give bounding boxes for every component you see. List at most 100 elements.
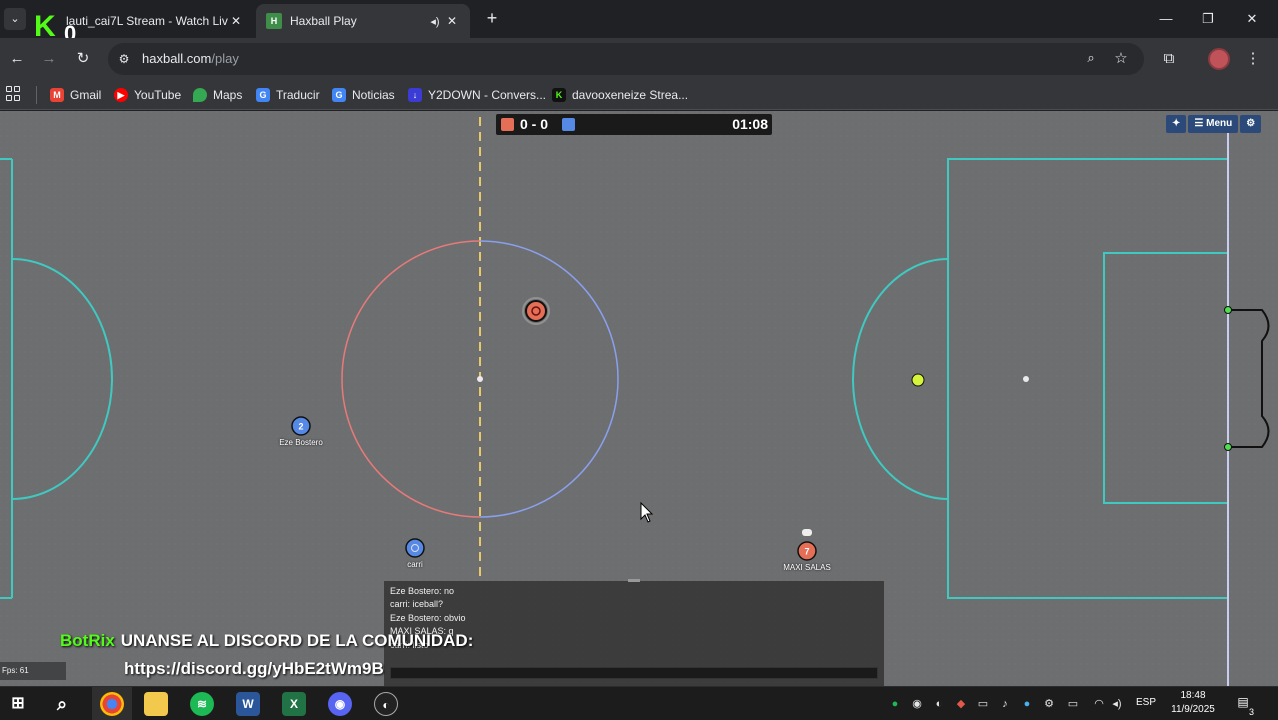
chat-bubble-icon (802, 529, 812, 536)
tab-search-icon[interactable]: ⌄ (4, 8, 26, 30)
bookmarks-divider (36, 86, 37, 104)
bookmark-youtube[interactable]: ▶ YouTube (114, 86, 181, 104)
microphone-tray-icon[interactable]: ♪ (998, 697, 1012, 711)
windows-taskbar: ⊞ ⌕ ≋ W X ◉ ◐ ● ◉ ◐ ◆ ▭ ♪ ● ⚙ ▭ ◠ ◂) ESP… (0, 686, 1278, 720)
discord-icon[interactable]: ◉ (328, 692, 352, 716)
back-icon[interactable]: ← (6, 48, 28, 70)
battery-icon[interactable]: ▭ (1066, 697, 1080, 711)
bookmark-gmail[interactable]: M Gmail (50, 86, 101, 104)
blue-team-color (562, 118, 575, 131)
y2down-icon: ↓ (408, 88, 422, 102)
goal-post (1224, 306, 1232, 314)
word-icon[interactable]: W (236, 692, 260, 716)
excel-icon[interactable]: X (282, 692, 306, 716)
reload-icon[interactable]: ↻ (72, 48, 94, 70)
chrome-icon[interactable] (100, 692, 124, 716)
system-clock[interactable]: 18:48 11/9/2025 (1164, 689, 1222, 717)
player-name-label: MAXI SALAS (783, 563, 831, 572)
spotify-icon[interactable]: ≋ (190, 692, 214, 716)
restore-icon[interactable]: ❐ (1188, 6, 1228, 32)
chat-message: Eze Bostero: obvio (390, 612, 466, 623)
center-spot (477, 376, 483, 382)
botrix-label: BotRix (60, 631, 115, 650)
more-menu-icon[interactable]: ⋮ (1242, 48, 1264, 70)
obs-tray-icon[interactable]: ◐ (932, 697, 946, 711)
close-tab-icon[interactable]: ✕ (228, 14, 244, 28)
kick-icon: K (552, 88, 566, 102)
tab-haxball[interactable]: H Haxball Play ◂) ✕ (256, 4, 470, 38)
chat-message: carri: iceball? (390, 599, 444, 610)
file-explorer-icon[interactable] (144, 692, 168, 716)
game-menu-bar: ✦ ☰ Menu ⚙ (1166, 115, 1262, 133)
translate-icon: G (256, 88, 270, 102)
stream-overlay-link: https://discord.gg/yHbE2tWm9B (124, 659, 384, 678)
bookmark-davooxeneize[interactable]: Kdavooxeneize Strea... (552, 86, 688, 104)
extensions-icon[interactable]: ⧉ (1158, 48, 1180, 70)
hp-tray-icon[interactable]: ● (1020, 697, 1034, 711)
new-tab-icon[interactable]: + (482, 8, 502, 28)
zoom-icon[interactable]: ⌕ (1082, 50, 1100, 68)
speaker-icon[interactable]: ◂) (426, 15, 444, 28)
player-number: 7 (804, 547, 809, 557)
ball (911, 373, 925, 387)
score-text: 0 - 0 (520, 116, 549, 132)
bookmark-star-icon[interactable]: ☆ (1112, 49, 1130, 67)
search-icon[interactable]: ⌕ (50, 692, 74, 716)
wifi-icon[interactable]: ◠ (1092, 697, 1106, 711)
volume-icon[interactable]: ◂) (1110, 697, 1124, 711)
fps-counter: Fps: 61 (0, 662, 66, 680)
youtube-icon: ▶ (114, 88, 128, 102)
haxball-game-canvas[interactable]: 2 7 Eze Bostero carri MAXI SALAS 0 - 0 0… (0, 111, 1278, 686)
bookmark-y2down[interactable]: ↓ Y2DOWN - Convers... (408, 86, 546, 104)
browser-tab-bar: ⌄ lauti_cai7L Stream - Watch Live ✕ H Ha… (0, 0, 1278, 46)
player-name-label: carri (407, 560, 423, 569)
screen: ⌄ lauti_cai7L Stream - Watch Live ✕ H Ha… (0, 0, 1278, 720)
gmail-icon: M (50, 88, 64, 102)
network-settings-tray-icon[interactable]: ⚙ (1042, 697, 1056, 711)
chat-message: Eze Bostero: no (390, 586, 455, 596)
fullscreen-icon[interactable]: ✦ (1166, 115, 1187, 133)
tab-title: Haxball Play (290, 14, 357, 28)
obs-icon[interactable]: ◐ (374, 692, 398, 716)
player-carri-disc (405, 538, 425, 558)
match-time: 01:08 (732, 116, 768, 132)
minimize-icon[interactable]: — (1146, 6, 1186, 32)
menu-button[interactable]: ☰ Menu (1188, 115, 1239, 133)
discord-tray-icon[interactable]: ◉ (910, 697, 924, 711)
site-info-icon[interactable]: ⚙ (116, 51, 132, 67)
chat-input[interactable] (390, 667, 878, 679)
address-bar[interactable]: ⚙ haxball.com/play ⌕ ☆ (108, 43, 1144, 75)
maps-icon (193, 88, 207, 102)
clock-date: 11/9/2025 (1171, 704, 1215, 715)
bookmark-noticias[interactable]: G Noticias (332, 86, 395, 104)
news-icon: G (332, 88, 346, 102)
chat-resize-handle[interactable] (628, 579, 640, 582)
player-number: 2 (298, 422, 303, 432)
windows-start-icon[interactable]: ⊞ (6, 692, 30, 716)
bookmark-maps[interactable]: Maps (193, 86, 242, 104)
app-tray-icon[interactable]: ◆ (954, 697, 968, 711)
forward-icon[interactable]: → (38, 48, 60, 70)
tab-title: lauti_cai7L Stream - Watch Live (66, 14, 228, 28)
haxball-icon: H (266, 13, 282, 29)
goal-post (1224, 443, 1232, 451)
notifications-icon[interactable]: ▤ 3 (1234, 695, 1254, 717)
settings-gear-icon[interactable]: ⚙ (1240, 115, 1262, 133)
stream-overlay-message: BotRix UNANSE AL DISCORD DE LA COMUNIDAD: (60, 631, 474, 650)
player-name-label: Eze Bostero (279, 438, 323, 447)
bookmark-traducir[interactable]: G Traducir (256, 86, 320, 104)
clock-time: 18:48 (1180, 690, 1206, 701)
close-window-icon[interactable]: ✕ (1232, 6, 1272, 32)
scoreboard: 0 - 0 01:08 (496, 114, 772, 135)
device-tray-icon[interactable]: ▭ (976, 697, 990, 711)
profile-avatar[interactable] (1208, 48, 1230, 70)
browser-toolbar: ← → ↻ ⚙ haxball.com/play ⌕ ☆ ⧉ ⋮ (0, 38, 1278, 80)
red-player-disc (525, 300, 547, 322)
apps-grid-icon[interactable] (6, 86, 22, 102)
red-team-color (501, 118, 514, 131)
penalty-spot (1023, 376, 1029, 382)
url-text[interactable]: haxball.com/play (142, 51, 239, 66)
close-tab-icon[interactable]: ✕ (444, 14, 460, 28)
language-indicator[interactable]: ESP (1136, 697, 1156, 708)
spotify-tray-icon[interactable]: ● (888, 697, 902, 711)
